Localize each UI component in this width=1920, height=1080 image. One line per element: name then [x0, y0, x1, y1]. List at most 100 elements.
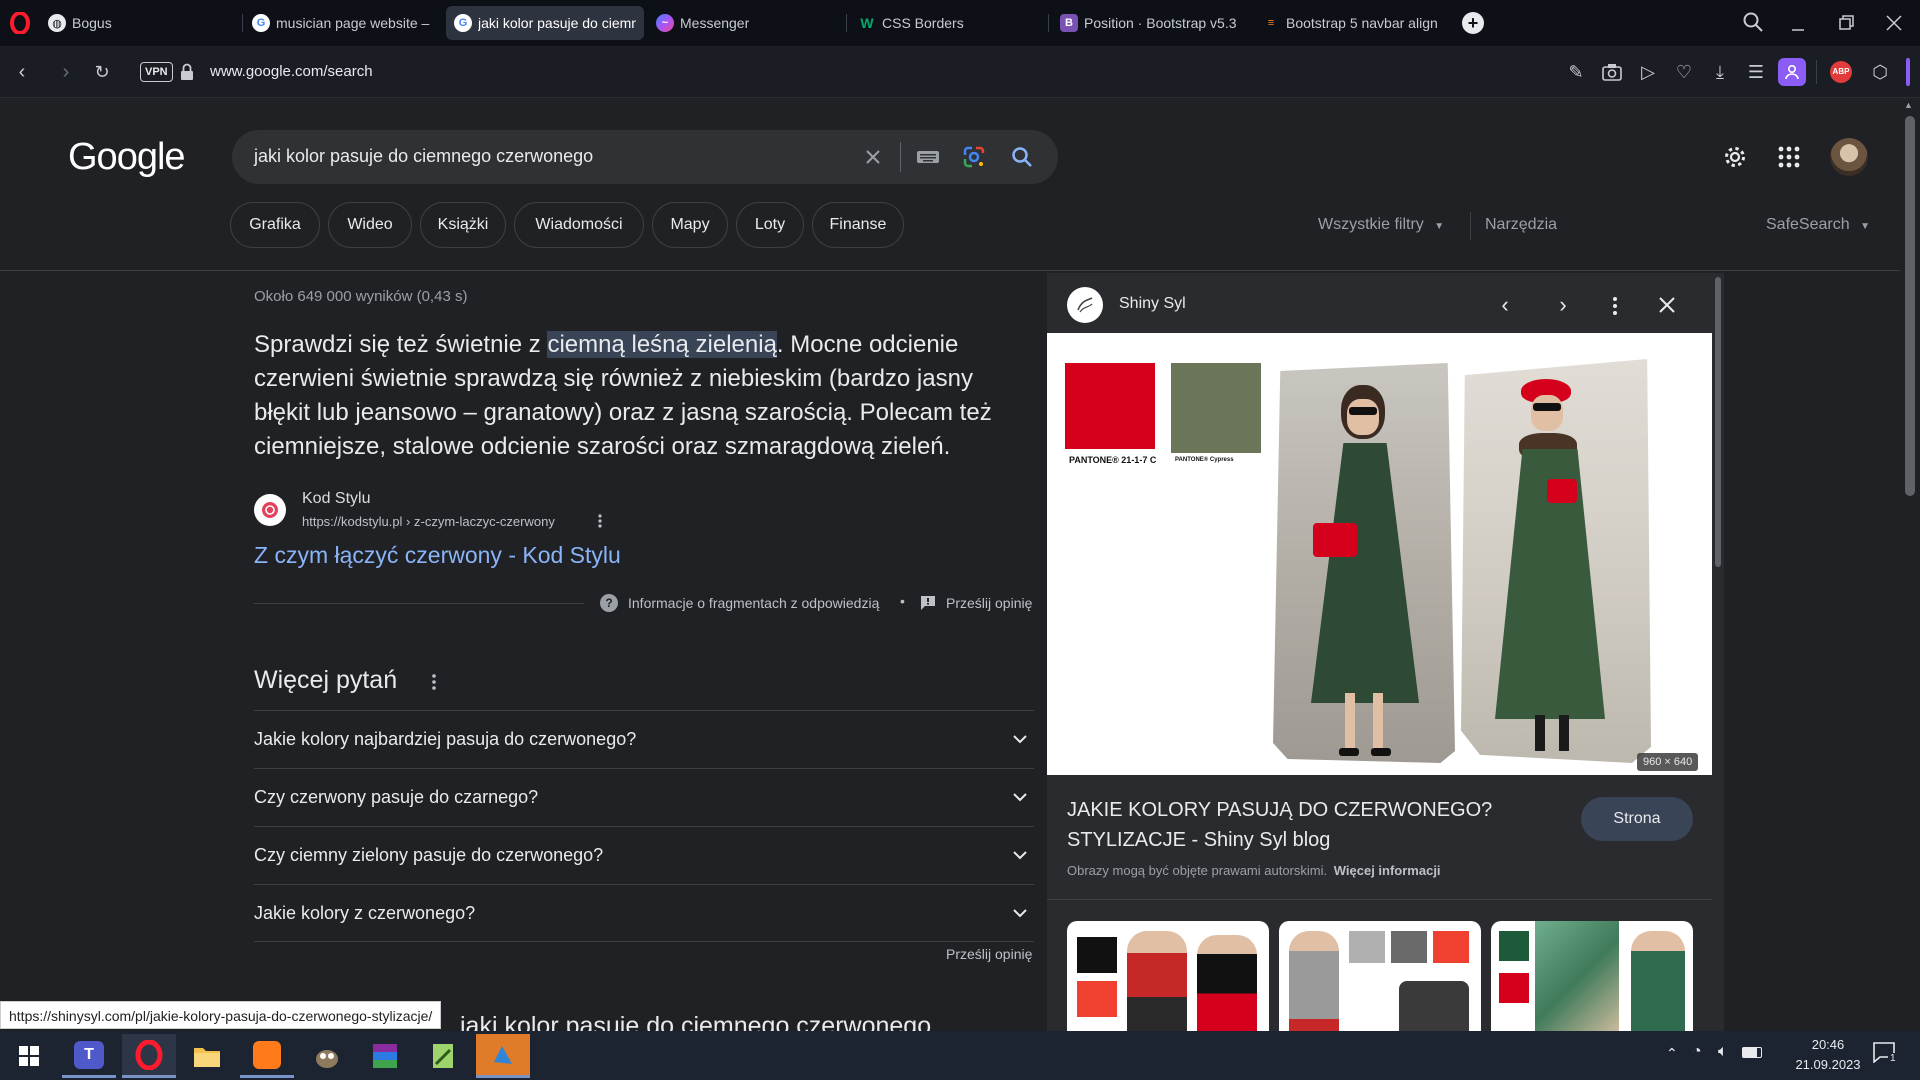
more-info-link[interactable]: Więcej informacji: [1334, 863, 1441, 878]
feedback-icon[interactable]: [920, 595, 936, 611]
source-more-icon[interactable]: [594, 512, 606, 530]
show-hidden-icons-icon[interactable]: ⌃: [1666, 1045, 1678, 1062]
lock-icon[interactable]: [180, 63, 194, 81]
tools-button[interactable]: Narzędzia: [1485, 216, 1557, 234]
teams-icon[interactable]: T: [62, 1034, 116, 1078]
scroll-up-icon[interactable]: ▲: [1904, 100, 1913, 110]
google-apps-icon[interactable]: [1778, 146, 1800, 168]
help-circle-icon[interactable]: ?: [600, 594, 618, 612]
search-tabs-icon[interactable]: [1742, 11, 1764, 33]
extensions-cube-icon[interactable]: ⬡: [1868, 60, 1892, 84]
volume-icon[interactable]: 🔈︎: [1718, 1043, 1728, 1061]
new-tab-button[interactable]: +: [1462, 12, 1484, 34]
sublime-icon[interactable]: [240, 1034, 294, 1078]
safesearch-dropdown[interactable]: SafeSearch ▼: [1766, 216, 1870, 234]
site-favicon[interactable]: [1067, 287, 1103, 323]
prev-image-button[interactable]: ‹: [1487, 287, 1523, 323]
panel-scroll-thumb[interactable]: [1715, 277, 1721, 567]
all-filters-dropdown[interactable]: Wszystkie filtry ▼: [1318, 216, 1444, 234]
network-icon[interactable]: ◔: [1692, 1043, 1702, 1061]
vpn-badge[interactable]: VPN: [140, 62, 173, 82]
download-icon[interactable]: ⤓: [1708, 60, 1732, 84]
chip-wideo[interactable]: Wideo: [328, 202, 412, 248]
related-thumbnail[interactable]: [1067, 921, 1269, 1031]
tab-bootstrap-navbar[interactable]: ≡ Bootstrap 5 navbar align i: [1254, 6, 1448, 40]
chip-wiadomosci[interactable]: Wiadomości: [514, 202, 644, 248]
easy-setup-icon[interactable]: ☰: [1744, 60, 1768, 84]
account-avatar[interactable]: [1830, 138, 1868, 176]
paa-more-icon[interactable]: [428, 672, 440, 692]
snippet-text-before: Sprawdzi się też świetnie z: [254, 331, 548, 358]
visit-page-button[interactable]: Strona: [1581, 797, 1693, 841]
paa-question[interactable]: Czy ciemny zielony pasuje do czerwonego?: [254, 826, 1034, 884]
next-image-button[interactable]: ›: [1545, 287, 1581, 323]
paa-feedback-link[interactable]: Prześlij opinię: [946, 946, 1032, 962]
chip-ksiazki[interactable]: Książki: [420, 202, 506, 248]
result-title-link[interactable]: Z czym łączyć czerwony - Kod Stylu: [254, 542, 621, 569]
settings-gear-icon[interactable]: [1722, 144, 1748, 170]
notification-center-icon[interactable]: 1: [1872, 1041, 1902, 1069]
source-name[interactable]: Kod Stylu: [302, 490, 370, 508]
source-url[interactable]: https://kodstylu.pl › z-czym-laczyc-czer…: [302, 514, 555, 529]
panel-more-icon[interactable]: [1603, 295, 1627, 317]
opera-menu-icon[interactable]: [10, 11, 30, 35]
page-scrollbar[interactable]: ▲: [1900, 98, 1920, 1031]
chip-finanse[interactable]: Finanse: [812, 202, 904, 248]
clear-search-icon[interactable]: [860, 144, 886, 170]
related-thumbnail[interactable]: [1491, 921, 1693, 1031]
virtual-keyboard-icon[interactable]: [916, 148, 940, 166]
chip-mapy[interactable]: Mapy: [652, 202, 728, 248]
panel-scrollbar[interactable]: [1712, 273, 1724, 1031]
google-logo[interactable]: Google: [68, 136, 186, 179]
chip-loty[interactable]: Loty: [736, 202, 804, 248]
search-submit-icon[interactable]: [1010, 145, 1034, 169]
tab-google-search[interactable]: G jaki kolor pasuje do ciemn: [446, 6, 644, 40]
reload-button[interactable]: ↻: [90, 60, 114, 84]
adblock-plus-icon[interactable]: ABP: [1830, 61, 1852, 83]
search-input[interactable]: jaki kolor pasuje do ciemnego czerwonego: [254, 146, 854, 167]
paa-question[interactable]: Jakie kolory najbardziej pasuja do czerw…: [254, 710, 1034, 768]
profile-icon[interactable]: [1778, 58, 1806, 86]
forward-button[interactable]: ›: [54, 60, 78, 84]
back-button[interactable]: ‹: [10, 60, 34, 84]
notepad-plus-icon[interactable]: [416, 1034, 470, 1078]
related-thumbnail[interactable]: [1279, 921, 1481, 1031]
winrar-icon[interactable]: [358, 1034, 412, 1078]
paa-question-text: Czy czerwony pasuje do czarnego?: [254, 787, 539, 807]
gimp-icon[interactable]: [300, 1034, 354, 1078]
paa-question[interactable]: Czy czerwony pasuje do czarnego?: [254, 768, 1034, 826]
about-snippets-link[interactable]: Informacje o fragmentach z odpowiedzią: [628, 595, 879, 611]
chip-grafika[interactable]: Grafika: [230, 202, 320, 248]
battery-icon[interactable]: [1742, 1047, 1762, 1058]
vscode-icon[interactable]: [476, 1034, 530, 1078]
tab-bootstrap-position[interactable]: B Position · Bootstrap v5.3: [1052, 6, 1252, 40]
clock-date[interactable]: 21.09.2023: [1778, 1057, 1878, 1072]
restore-button[interactable]: [1834, 12, 1858, 34]
address-field[interactable]: www.google.com/search: [210, 61, 1010, 83]
start-button[interactable]: [2, 1034, 56, 1078]
flow-send-icon[interactable]: ▷: [1636, 60, 1660, 84]
opera-taskbar-icon[interactable]: [122, 1034, 176, 1078]
panel-image-title[interactable]: JAKIE KOLORY PASUJĄ DO CZERWONEGO? STYLI…: [1067, 795, 1507, 855]
edit-page-icon[interactable]: ✎: [1564, 60, 1588, 84]
file-explorer-icon[interactable]: [180, 1034, 234, 1078]
tab-css-borders[interactable]: W CSS Borders: [850, 6, 1046, 40]
scroll-thumb[interactable]: [1905, 116, 1915, 496]
feedback-link[interactable]: Prześlij opinię: [946, 595, 1032, 611]
image-preview-panel: Shiny Syl ‹ › PANTONE® 21-1-7 C PANTONE®…: [1047, 273, 1712, 1031]
tab-messenger[interactable]: ~ Messenger: [648, 6, 842, 40]
close-panel-icon[interactable]: [1655, 293, 1679, 317]
clock-time[interactable]: 20:46: [1778, 1037, 1878, 1052]
minimize-button[interactable]: [1786, 12, 1810, 34]
source-favicon[interactable]: [254, 494, 286, 526]
snapshot-camera-icon[interactable]: [1600, 60, 1624, 84]
preview-image[interactable]: PANTONE® 21-1-7 C PANTONE® Cypress 960 ×…: [1047, 333, 1712, 775]
tab-musician-page[interactable]: G musician page website – S: [244, 6, 440, 40]
close-window-button[interactable]: [1882, 12, 1906, 34]
tab-bogus[interactable]: ◍ Bogus: [40, 6, 240, 40]
bookmark-heart-icon[interactable]: ♡: [1672, 60, 1696, 84]
paa-question[interactable]: Jakie kolory z czerwonego?: [254, 884, 1034, 942]
messenger-icon: ~: [656, 14, 674, 32]
google-lens-icon[interactable]: [962, 145, 986, 169]
panel-site-name[interactable]: Shiny Syl: [1119, 295, 1186, 313]
